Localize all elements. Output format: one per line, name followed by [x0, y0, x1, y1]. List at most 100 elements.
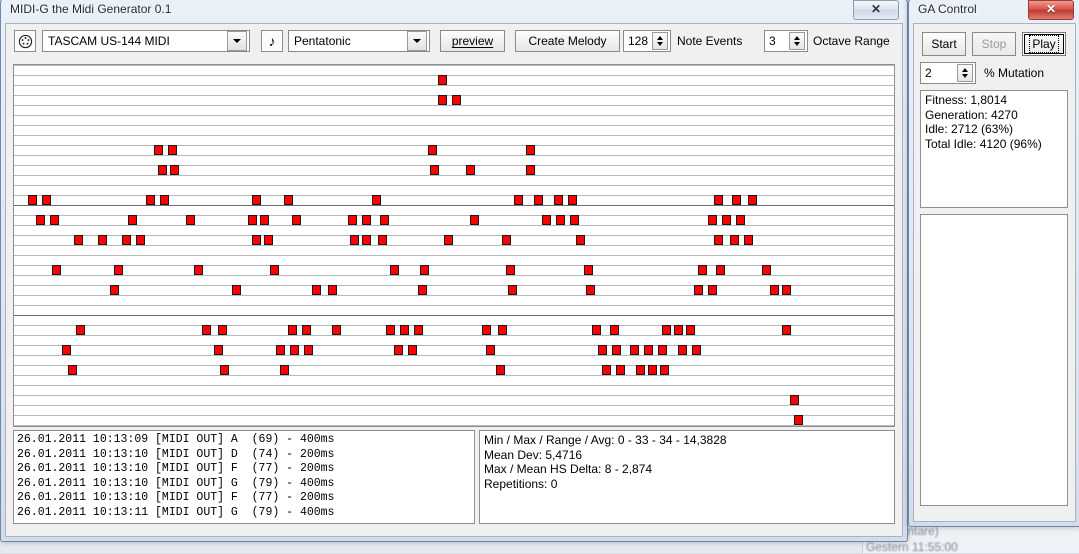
note-block[interactable] [694, 285, 703, 295]
note-block[interactable] [496, 365, 505, 375]
note-block[interactable] [332, 325, 341, 335]
note-block[interactable] [252, 195, 261, 205]
note-block[interactable] [744, 235, 753, 245]
scale-combo[interactable]: Pentatonic [288, 30, 430, 52]
note-events-stepper[interactable]: 128 [623, 30, 671, 52]
note-events-spinner-buttons[interactable] [652, 32, 668, 50]
note-block[interactable] [782, 325, 791, 335]
ga-titlebar[interactable]: GA Control ✕ [909, 0, 1079, 21]
note-block[interactable] [362, 235, 371, 245]
note-block[interactable] [794, 415, 803, 425]
statistics-pane[interactable]: Min / Max / Range / Avg: 0 - 33 - 34 - 1… [479, 430, 895, 524]
note-block[interactable] [686, 325, 695, 335]
note-block[interactable] [698, 265, 707, 275]
note-block[interactable] [98, 235, 107, 245]
note-block[interactable] [386, 325, 395, 335]
note-block[interactable] [508, 285, 517, 295]
ga-start-button[interactable]: Start [922, 32, 966, 56]
note-block[interactable] [36, 215, 45, 225]
note-block[interactable] [762, 265, 771, 275]
note-block[interactable] [378, 235, 387, 245]
midi-log-pane[interactable]: 26.01.2011 10:13:09 [MIDI OUT] A (69) - … [13, 430, 475, 524]
note-block[interactable] [452, 95, 461, 105]
note-block[interactable] [592, 325, 601, 335]
note-block[interactable] [186, 215, 195, 225]
note-block[interactable] [568, 195, 577, 205]
note-block[interactable] [612, 345, 621, 355]
note-block[interactable] [438, 95, 447, 105]
note-block[interactable] [782, 285, 791, 295]
note-block[interactable] [414, 325, 423, 335]
note-block[interactable] [584, 265, 593, 275]
note-block[interactable] [146, 195, 155, 205]
note-block[interactable] [292, 215, 301, 225]
note-block[interactable] [284, 195, 293, 205]
note-block[interactable] [610, 325, 619, 335]
note-block[interactable] [214, 345, 223, 355]
note-block[interactable] [304, 345, 313, 355]
note-block[interactable] [444, 235, 453, 245]
note-block[interactable] [482, 325, 491, 335]
note-block[interactable] [220, 365, 229, 375]
note-block[interactable] [418, 285, 427, 295]
note-block[interactable] [276, 345, 285, 355]
mutation-percent-stepper[interactable]: 2 [920, 62, 976, 84]
chevron-down-icon[interactable] [407, 31, 427, 51]
note-block[interactable] [288, 325, 297, 335]
note-block[interactable] [570, 215, 579, 225]
ga-play-button[interactable]: Play [1022, 32, 1066, 56]
note-block[interactable] [168, 145, 177, 155]
note-block[interactable] [114, 265, 123, 275]
note-block[interactable] [420, 265, 429, 275]
octave-range-stepper[interactable]: 3 [764, 30, 808, 52]
note-block[interactable] [732, 195, 741, 205]
note-block[interactable] [52, 265, 61, 275]
note-block[interactable] [658, 345, 667, 355]
note-block[interactable] [708, 285, 717, 295]
note-block[interactable] [202, 325, 211, 335]
note-block[interactable] [248, 215, 257, 225]
note-block[interactable] [28, 195, 37, 205]
piano-roll-canvas[interactable] [13, 64, 895, 427]
note-block[interactable] [692, 345, 701, 355]
note-block[interactable] [526, 145, 535, 155]
note-block[interactable] [68, 365, 77, 375]
note-block[interactable] [430, 165, 439, 175]
note-block[interactable] [438, 75, 447, 85]
main-close-button[interactable]: ✕ [853, 0, 899, 20]
note-block[interactable] [270, 265, 279, 275]
octave-range-spinner-buttons[interactable] [789, 32, 805, 50]
note-block[interactable] [194, 265, 203, 275]
note-block[interactable] [74, 235, 83, 245]
preview-button[interactable]: preview [440, 30, 505, 52]
note-block[interactable] [736, 215, 745, 225]
note-block[interactable] [62, 345, 71, 355]
note-block[interactable] [122, 235, 131, 245]
note-block[interactable] [790, 395, 799, 405]
note-block[interactable] [576, 235, 585, 245]
note-block[interactable] [674, 325, 683, 335]
note-block[interactable] [408, 345, 417, 355]
note-block[interactable] [616, 365, 625, 375]
ga-close-button[interactable]: ✕ [1028, 0, 1074, 20]
note-block[interactable] [348, 215, 357, 225]
note-block[interactable] [264, 235, 273, 245]
note-block[interactable] [514, 195, 523, 205]
note-block[interactable] [110, 285, 119, 295]
note-block[interactable] [390, 265, 399, 275]
note-block[interactable] [154, 145, 163, 155]
note-block[interactable] [428, 145, 437, 155]
note-block[interactable] [362, 215, 371, 225]
note-block[interactable] [50, 215, 59, 225]
note-block[interactable] [470, 215, 479, 225]
create-melody-button[interactable]: Create Melody [515, 30, 620, 52]
note-block[interactable] [648, 365, 657, 375]
note-block[interactable] [302, 325, 311, 335]
note-block[interactable] [708, 215, 717, 225]
note-block[interactable] [380, 215, 389, 225]
mutation-spinner-buttons[interactable] [957, 64, 973, 82]
note-block[interactable] [644, 345, 653, 355]
note-block[interactable] [662, 325, 671, 335]
note-block[interactable] [394, 345, 403, 355]
note-block[interactable] [636, 365, 645, 375]
